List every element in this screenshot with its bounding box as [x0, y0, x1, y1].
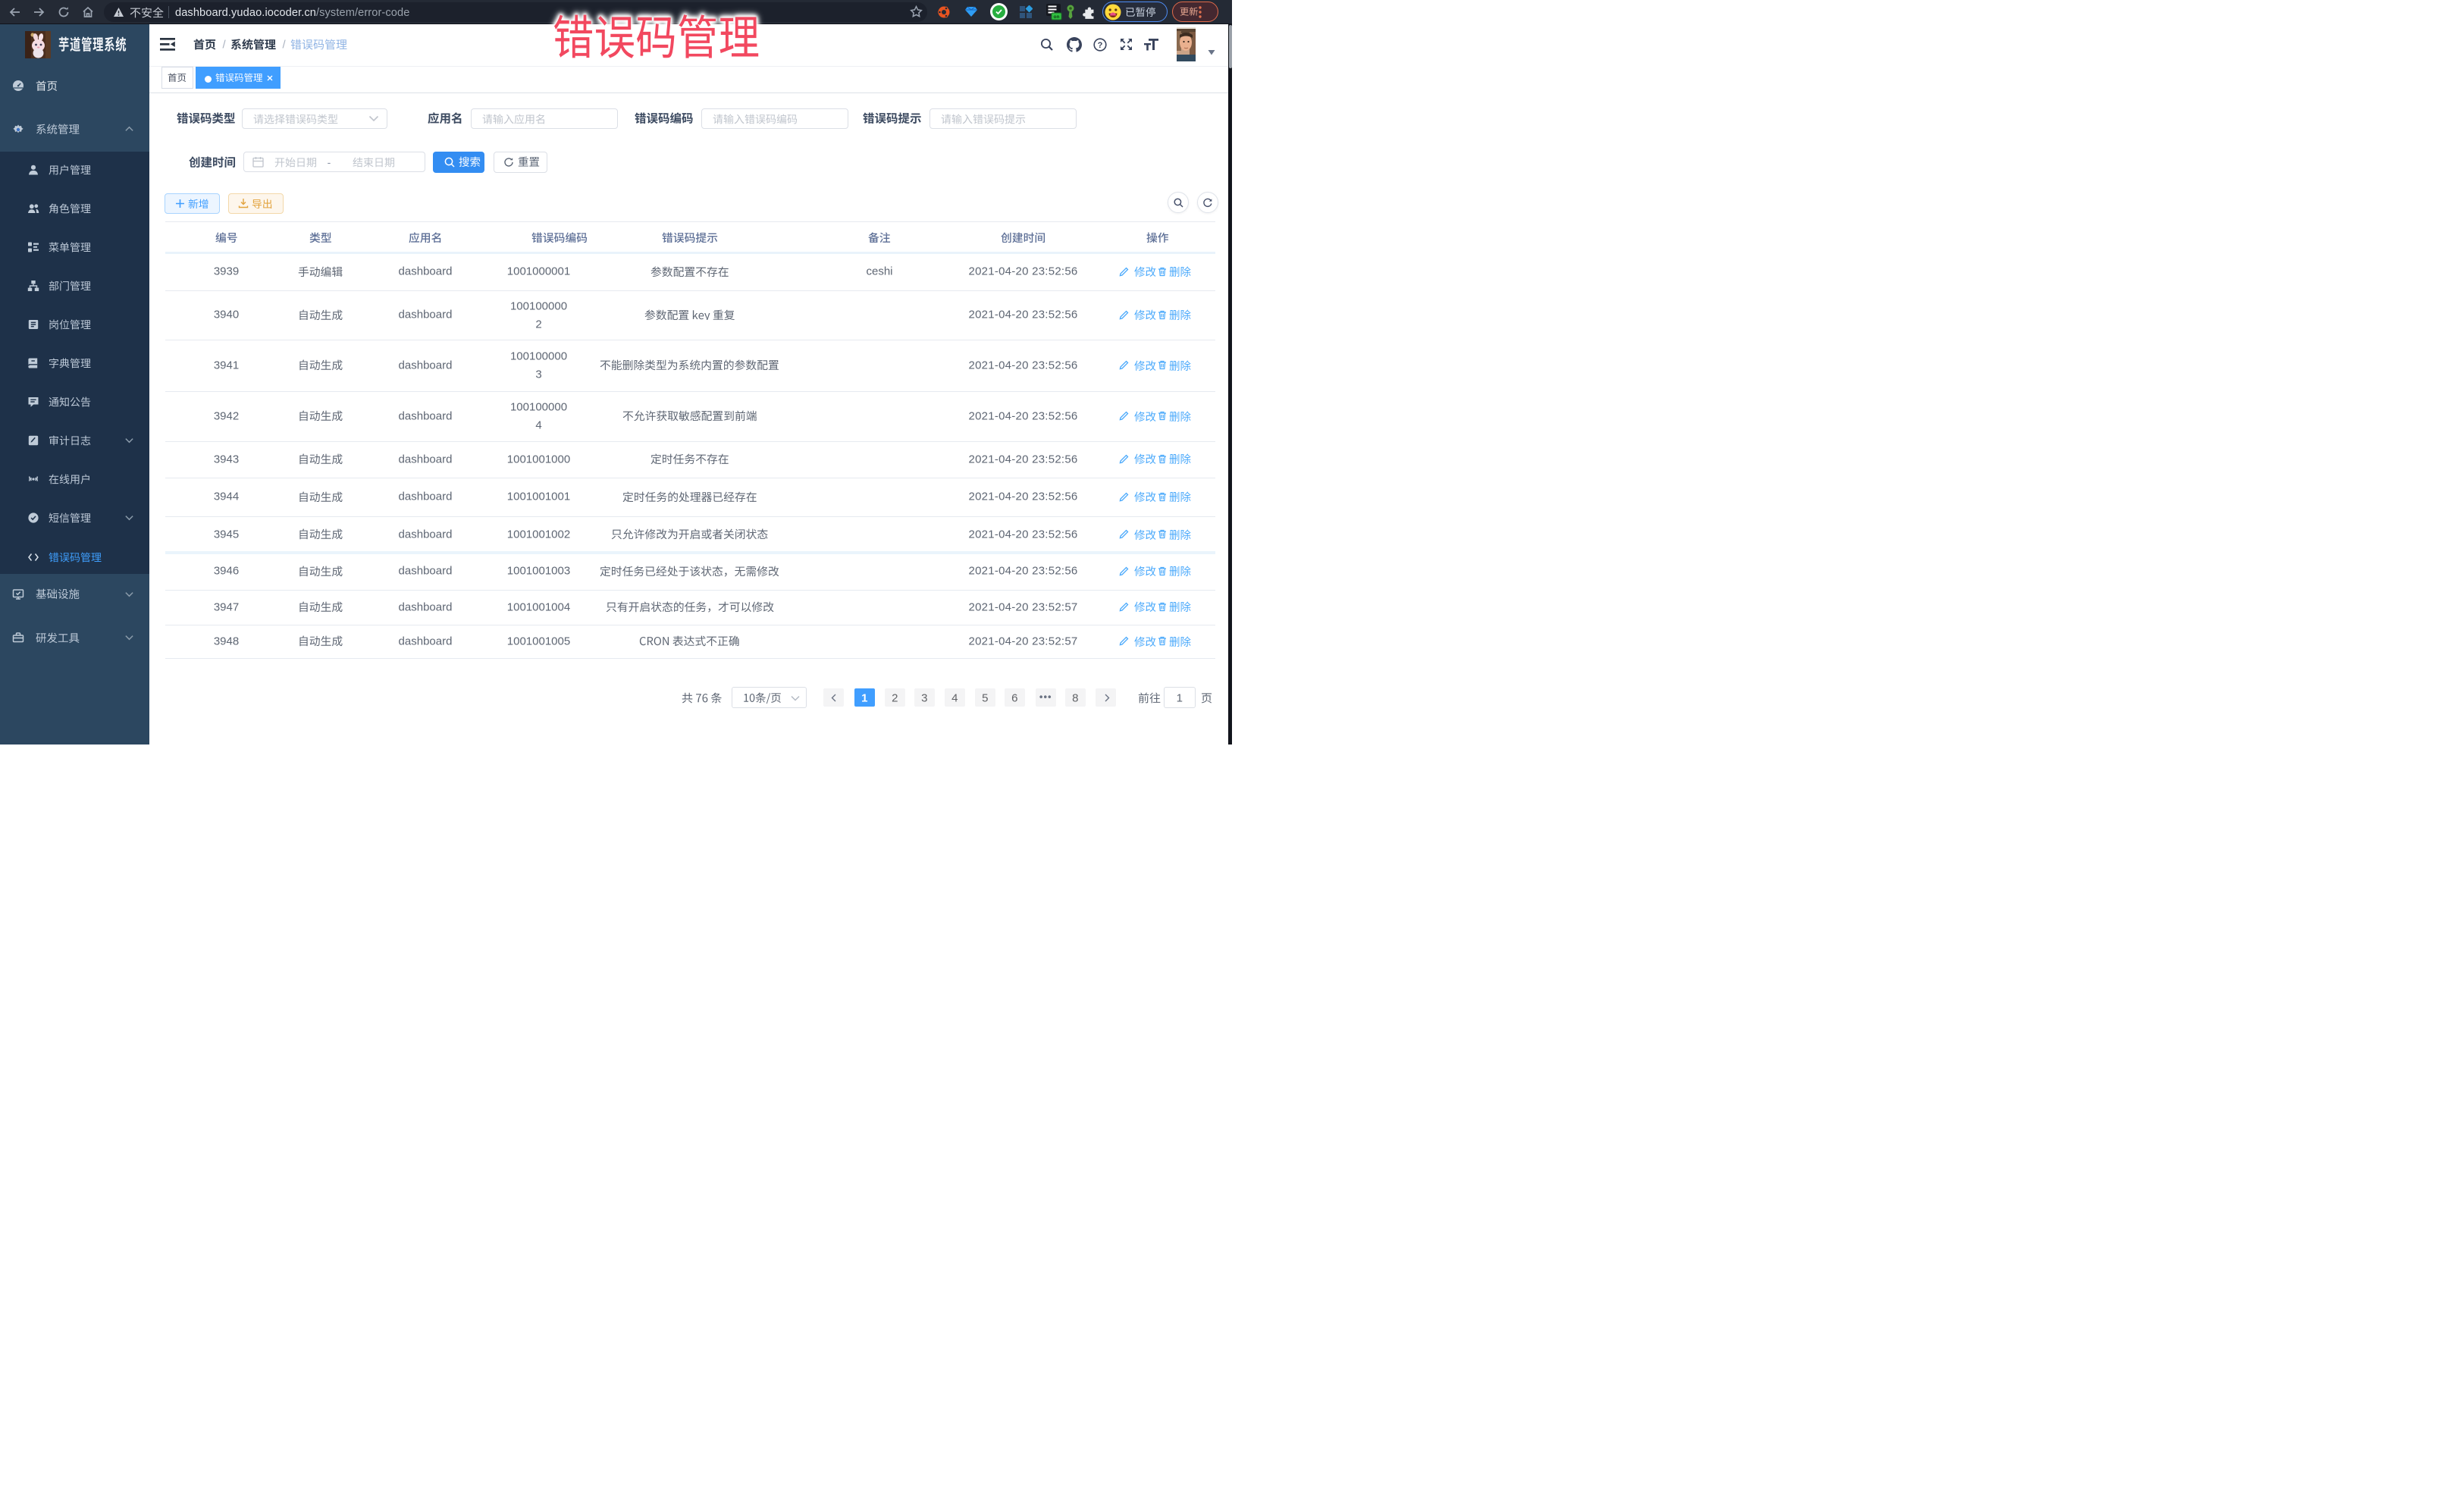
svg-text:on: on	[1054, 14, 1060, 20]
svg-text:?: ?	[1098, 41, 1103, 50]
